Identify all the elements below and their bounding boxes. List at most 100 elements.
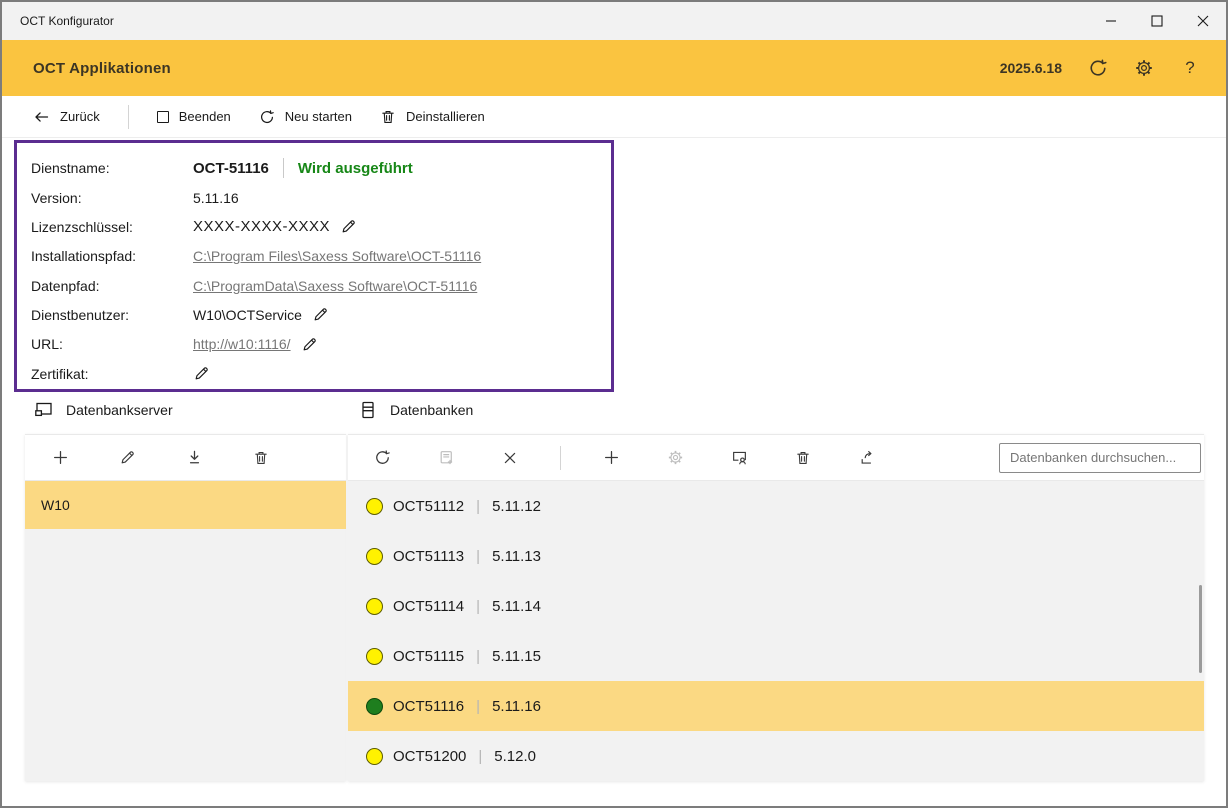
settings-gear-icon[interactable] bbox=[1134, 58, 1154, 78]
status-dot-stopped bbox=[366, 748, 383, 765]
document-add-icon bbox=[438, 449, 455, 466]
server-list: W10 bbox=[25, 481, 346, 781]
database-list-item[interactable]: OCT51114 | 5.11.14 bbox=[348, 581, 1204, 631]
name-version-separator: | bbox=[476, 498, 480, 515]
database-section-title: Datenbanken bbox=[390, 402, 473, 418]
disconnect-database-button[interactable] bbox=[496, 444, 524, 472]
database-section-header: Datenbanken bbox=[358, 400, 473, 420]
database-name: OCT51200 bbox=[393, 748, 466, 765]
refresh-databases-button[interactable] bbox=[368, 444, 396, 472]
content-area: Dienstname: OCT-51116 Wird ausgeführt Ve… bbox=[2, 138, 1226, 806]
app-window: OCT Konfigurator OCT Applikationen 2025.… bbox=[0, 0, 1228, 808]
status-dot-stopped bbox=[366, 548, 383, 565]
value-divider bbox=[283, 158, 284, 178]
database-list-item[interactable]: OCT51113 | 5.11.13 bbox=[348, 531, 1204, 581]
server-icon bbox=[34, 400, 54, 420]
version-value: 5.11.16 bbox=[193, 190, 239, 206]
database-name: OCT51113 bbox=[393, 548, 464, 565]
license-value: XXXX-XXXX-XXXX bbox=[193, 218, 330, 235]
x-icon bbox=[502, 450, 518, 466]
service-url-link[interactable]: http://w10:1116/ bbox=[193, 336, 291, 352]
title-bar: OCT Konfigurator bbox=[2, 2, 1226, 40]
pencil-icon bbox=[193, 365, 210, 382]
command-bar: Zurück Beenden Neu starten Deinstalliere… bbox=[2, 96, 1226, 138]
help-icon[interactable]: ? bbox=[1180, 58, 1200, 78]
name-version-separator: | bbox=[476, 548, 480, 565]
status-dot-stopped bbox=[366, 498, 383, 515]
database-panel: OCT51112|5.11.12OCT51113|5.11.13OCT51114… bbox=[348, 434, 1204, 781]
trash-icon bbox=[380, 109, 396, 125]
data-path-link[interactable]: C:\ProgramData\Saxess Software\OCT-51116 bbox=[193, 278, 477, 294]
edit-certificate-button[interactable] bbox=[193, 365, 210, 382]
status-dot-stopped bbox=[366, 598, 383, 615]
database-list-item[interactable]: OCT51200|5.12.0 bbox=[348, 731, 1204, 781]
restore-database-button[interactable] bbox=[432, 444, 460, 472]
name-version-separator: | bbox=[476, 698, 480, 715]
name-version-separator: | bbox=[476, 648, 480, 665]
database-list-item[interactable]: OCT51116|5.11.16 bbox=[348, 681, 1204, 731]
database-search-input[interactable] bbox=[999, 443, 1201, 473]
url-label: URL: bbox=[31, 336, 193, 352]
maximize-button[interactable] bbox=[1134, 2, 1180, 40]
edit-license-button[interactable] bbox=[340, 218, 357, 235]
monitor-user-icon bbox=[731, 449, 748, 466]
uninstall-label: Deinstallieren bbox=[406, 109, 485, 124]
name-version-separator: | bbox=[478, 748, 482, 765]
install-path-link[interactable]: C:\Program Files\Saxess Software\OCT-511… bbox=[193, 248, 481, 264]
close-button[interactable] bbox=[1180, 2, 1226, 40]
import-server-button[interactable] bbox=[180, 444, 208, 472]
service-status-badge: Wird ausgeführt bbox=[298, 160, 413, 177]
stop-label: Beenden bbox=[179, 109, 231, 124]
server-section-header: Datenbankserver bbox=[34, 400, 173, 420]
edit-server-button[interactable] bbox=[113, 444, 141, 472]
refresh-icon[interactable] bbox=[1088, 58, 1108, 78]
pencil-icon bbox=[340, 218, 357, 235]
database-list-item[interactable]: OCT51112|5.11.12 bbox=[348, 481, 1204, 531]
delete-database-button[interactable] bbox=[789, 444, 817, 472]
database-version: 5.11.12 bbox=[492, 498, 541, 515]
edit-url-button[interactable] bbox=[301, 336, 318, 353]
gear-icon bbox=[667, 449, 684, 466]
back-label: Zurück bbox=[60, 109, 100, 124]
status-dot-stopped bbox=[366, 648, 383, 665]
server-section-title: Datenbankserver bbox=[66, 402, 173, 418]
edit-service-user-button[interactable] bbox=[312, 306, 329, 323]
data-path-label: Datenpfad: bbox=[31, 278, 193, 294]
database-users-button[interactable] bbox=[725, 444, 753, 472]
export-database-button[interactable] bbox=[853, 444, 881, 472]
database-settings-button[interactable] bbox=[661, 444, 689, 472]
name-version-separator: | bbox=[476, 598, 480, 615]
add-database-button[interactable] bbox=[597, 444, 625, 472]
delete-server-button[interactable] bbox=[247, 444, 275, 472]
restart-service-button[interactable]: Neu starten bbox=[259, 109, 352, 125]
add-server-button[interactable] bbox=[46, 444, 74, 472]
back-arrow-icon bbox=[33, 109, 50, 125]
database-version: 5.11.14 bbox=[492, 598, 541, 615]
window-controls bbox=[1088, 2, 1226, 40]
scrollbar-thumb[interactable] bbox=[1199, 585, 1202, 673]
restart-label: Neu starten bbox=[285, 109, 352, 124]
uninstall-button[interactable]: Deinstallieren bbox=[380, 109, 485, 125]
database-name: OCT51114 bbox=[393, 598, 464, 615]
page-title: OCT Applikationen bbox=[2, 60, 171, 77]
server-toolbar bbox=[25, 434, 346, 481]
plus-icon bbox=[52, 449, 69, 466]
service-user-value: W10\OCTService bbox=[193, 307, 302, 323]
database-list-item[interactable]: OCT51115|5.11.15 bbox=[348, 631, 1204, 681]
stop-icon bbox=[157, 111, 169, 123]
database-icon bbox=[358, 400, 378, 420]
server-panel: W10 bbox=[25, 434, 346, 781]
database-toolbar bbox=[348, 434, 1204, 481]
minimize-button[interactable] bbox=[1088, 2, 1134, 40]
trash-icon bbox=[253, 450, 269, 466]
refresh-icon bbox=[374, 449, 391, 466]
stop-service-button[interactable]: Beenden bbox=[157, 109, 231, 124]
install-path-label: Installationspfad: bbox=[31, 248, 193, 264]
database-version: 5.11.13 bbox=[492, 548, 541, 565]
pencil-icon bbox=[119, 449, 136, 466]
server-list-item[interactable]: W10 bbox=[25, 481, 346, 529]
pencil-icon bbox=[301, 336, 318, 353]
database-name: OCT51116 bbox=[393, 698, 464, 715]
back-button[interactable]: Zurück bbox=[33, 109, 100, 125]
license-label: Lizenzschlüssel: bbox=[31, 219, 193, 235]
